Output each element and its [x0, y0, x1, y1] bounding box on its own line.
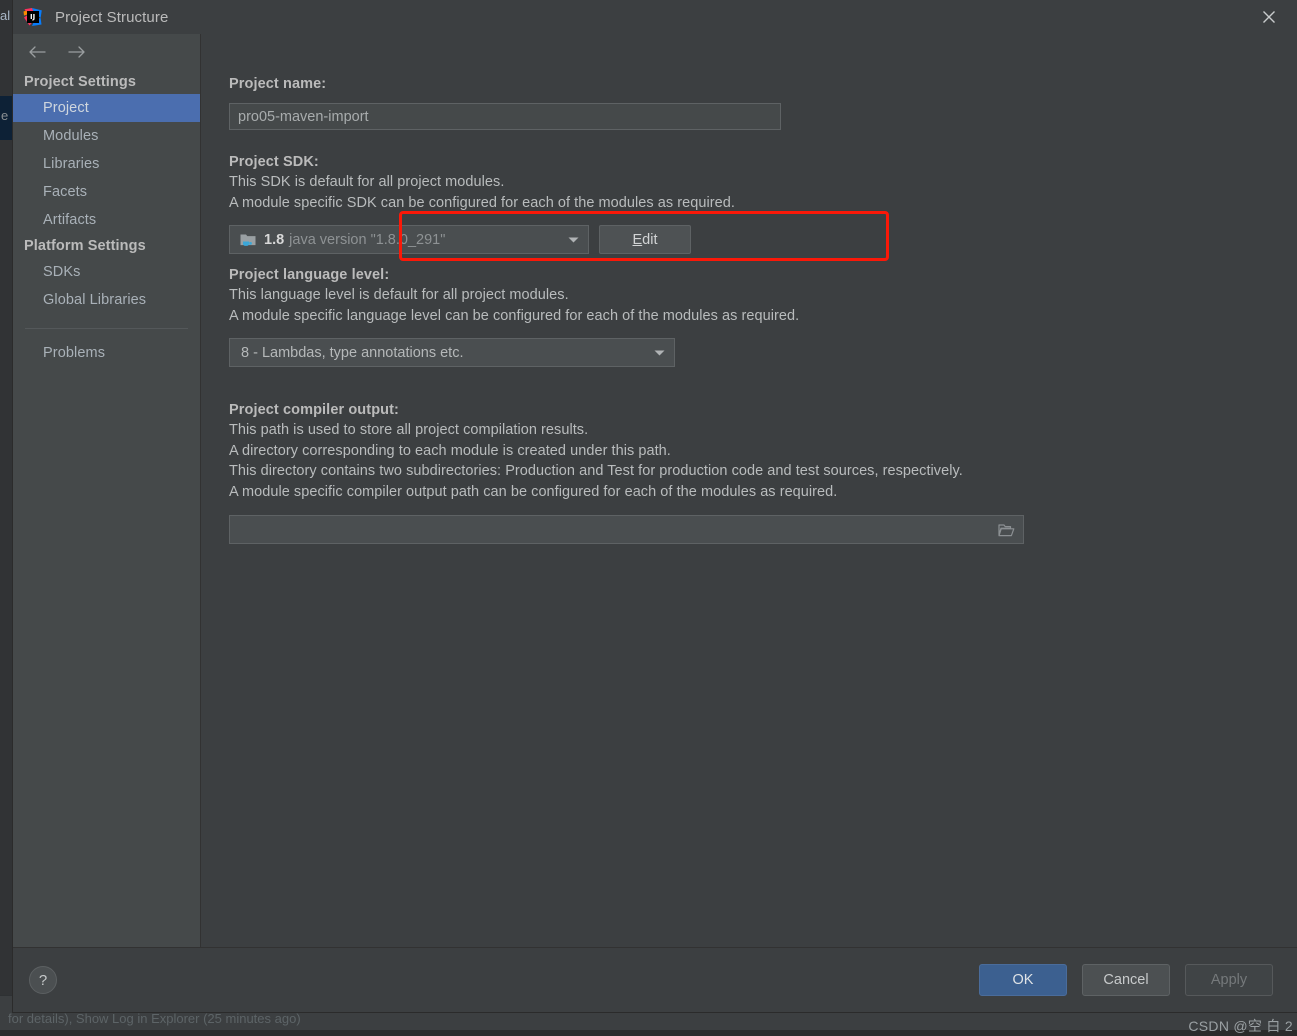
sidebar-item-label: Facets	[43, 184, 87, 200]
language-level-value: 8 - Lambdas, type annotations etc.	[241, 345, 463, 361]
dialog-footer: ? OK Cancel Apply CSDN @空 白 2	[13, 947, 1297, 1012]
apply-button[interactable]: Apply	[1185, 964, 1273, 996]
arrow-left-icon[interactable]	[26, 41, 48, 63]
sidebar-item-label: SDKs	[43, 264, 80, 280]
chevron-down-icon	[568, 236, 579, 243]
project-name-value: pro05-maven-import	[238, 109, 369, 125]
sidebar-item-artifacts[interactable]: Artifacts	[13, 206, 200, 234]
project-sdk-row: 1.8 java version "1.8.0_291" Edit	[229, 225, 699, 254]
project-sdk-name: 1.8	[264, 232, 284, 248]
sidebar-item-project[interactable]: Project	[13, 94, 200, 122]
sidebar-divider	[25, 328, 188, 329]
language-level-label: Project language level:	[229, 265, 1297, 285]
sidebar-item-label: Global Libraries	[43, 292, 146, 308]
sidebar-item-sdks[interactable]: SDKs	[13, 258, 200, 286]
sidebar-item-label: Modules	[43, 128, 99, 144]
edit-sdk-button-label: Edit	[633, 232, 658, 248]
compiler-output-desc-4: A module specific compiler output path c…	[229, 482, 1297, 503]
sidebar-item-label: Artifacts	[43, 212, 96, 228]
sidebar-item-facets[interactable]: Facets	[13, 178, 200, 206]
project-sdk-desc-1: This SDK is default for all project modu…	[229, 172, 1297, 193]
project-sdk-version: java version "1.8.0_291"	[289, 232, 445, 248]
sidebar-nav-arrows	[13, 34, 200, 70]
ide-status-text: for details), Show Log in Explorer (25 m…	[8, 1011, 301, 1026]
language-level-desc-1: This language level is default for all p…	[229, 285, 1297, 306]
project-sdk-desc-2: A module specific SDK can be configured …	[229, 193, 1297, 214]
chevron-down-icon	[654, 349, 665, 356]
project-structure-dialog: IJ Project Structure	[13, 0, 1297, 1012]
cancel-button[interactable]: Cancel	[1082, 964, 1170, 996]
language-level-dropdown[interactable]: 8 - Lambdas, type annotations etc.	[229, 338, 675, 367]
sidebar-item-label: Libraries	[43, 156, 100, 172]
dialog-body: Project Settings Project Modules Librari…	[13, 34, 1297, 947]
sidebar-item-label: Problems	[43, 345, 105, 361]
compiler-output-desc-2: A directory corresponding to each module…	[229, 441, 1297, 462]
dialog-titlebar: IJ Project Structure	[13, 0, 1297, 34]
project-name-input[interactable]: pro05-maven-import	[229, 103, 781, 130]
edit-sdk-button[interactable]: Edit	[599, 225, 691, 254]
java-sdk-folder-icon	[240, 232, 257, 247]
compiler-output-desc-1: This path is used to store all project c…	[229, 420, 1297, 441]
compiler-output-label: Project compiler output:	[229, 400, 1297, 420]
help-button-label: ?	[39, 972, 47, 989]
backdrop-left-strip	[0, 0, 13, 1030]
cancel-button-label: Cancel	[1103, 972, 1148, 988]
folder-open-icon[interactable]	[998, 523, 1015, 537]
compiler-output-input[interactable]	[229, 515, 1024, 544]
language-level-desc-2: A module specific language level can be …	[229, 306, 1297, 327]
project-sdk-label: Project SDK:	[229, 152, 1297, 172]
svg-text:IJ: IJ	[30, 13, 35, 21]
backdrop-editor-letter: e	[1, 108, 8, 123]
sidebar-item-problems[interactable]: Problems	[13, 339, 200, 367]
apply-button-label: Apply	[1211, 972, 1247, 988]
dialog-title: Project Structure	[55, 9, 168, 26]
ok-button[interactable]: OK	[979, 964, 1067, 996]
sidebar-group-title-project-settings: Project Settings	[13, 70, 200, 94]
edit-sdk-mnemonic: E	[633, 232, 643, 248]
compiler-output-desc-3: This directory contains two subdirectori…	[229, 461, 1297, 482]
edit-sdk-label-rest: dit	[642, 232, 657, 248]
sidebar-item-libraries[interactable]: Libraries	[13, 150, 200, 178]
csdn-watermark: CSDN @空 白 2	[1188, 1016, 1293, 1036]
sidebar-item-modules[interactable]: Modules	[13, 122, 200, 150]
sidebar-group-title-platform-settings: Platform Settings	[13, 234, 200, 258]
backdrop-tab-fragment: al	[0, 8, 10, 23]
arrow-right-icon[interactable]	[66, 41, 88, 63]
question-mark-icon[interactable]: ?	[29, 966, 57, 994]
project-sdk-dropdown[interactable]: 1.8 java version "1.8.0_291"	[229, 225, 589, 254]
close-icon[interactable]	[1241, 0, 1297, 34]
settings-sidebar: Project Settings Project Modules Librari…	[13, 34, 201, 947]
project-name-label: Project name:	[229, 74, 1297, 94]
intellij-idea-icon: IJ	[23, 7, 43, 27]
sidebar-item-label: Project	[43, 100, 89, 116]
sidebar-item-global-libraries[interactable]: Global Libraries	[13, 286, 200, 314]
settings-content-panel: Project name: pro05-maven-import Project…	[201, 34, 1297, 947]
ok-button-label: OK	[1013, 972, 1034, 988]
